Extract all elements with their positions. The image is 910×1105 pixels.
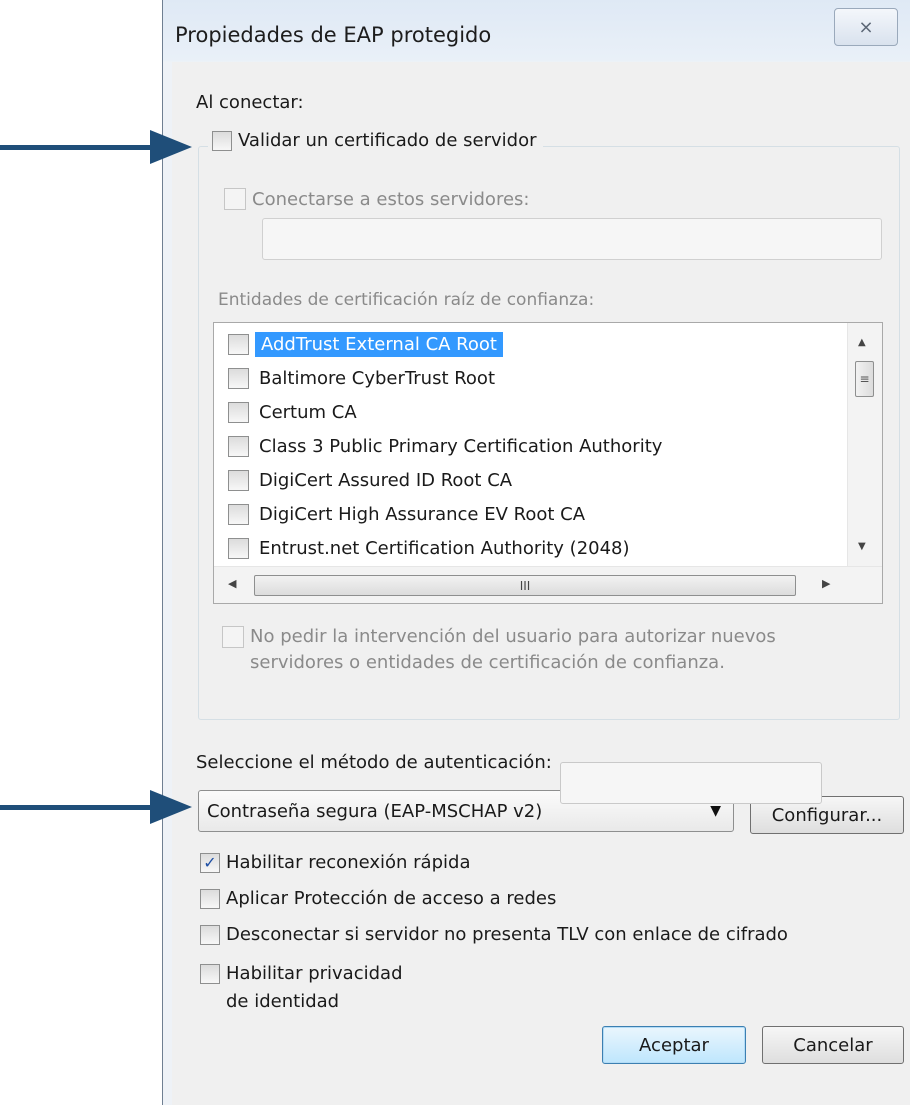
annotation-arrow-1-shaft	[0, 145, 150, 150]
scroll-up-icon[interactable]: ▲	[858, 337, 866, 348]
checkbox-box[interactable]	[228, 469, 249, 491]
no-prompt-line-2: servidores o entidades de certificación …	[250, 652, 725, 673]
list-item-label: DigiCert Assured ID Root CA	[259, 469, 513, 491]
vertical-scroll-thumb[interactable]: ≡	[855, 361, 874, 397]
annotation-arrow-1-icon	[150, 130, 192, 164]
ok-button[interactable]: Aceptar	[602, 1026, 746, 1064]
checkbox-box[interactable]	[200, 964, 220, 984]
checkbox-box[interactable]	[200, 888, 220, 909]
list-item-label: AddTrust External CA Root	[255, 331, 503, 357]
list-item[interactable]: Entrust.net Certification Authority (204…	[228, 533, 630, 563]
validate-server-cert-checkbox[interactable]: Validar un certificado de servidor	[208, 130, 543, 151]
grip-icon: ≡	[859, 372, 870, 386]
no-prompt-line-1: No pedir la intervención del usuario par…	[250, 626, 776, 647]
list-item[interactable]: Baltimore CyberTrust Root	[228, 363, 495, 393]
auth-method-label: Seleccione el método de autenticación:	[196, 752, 552, 773]
nap-label: Aplicar Protección de acceso a redes	[226, 888, 557, 909]
checkbox-box[interactable]	[228, 537, 249, 559]
tlv-label: Desconectar si servidor no presenta TLV …	[226, 924, 788, 945]
trusted-roots-label: Entidades de certificación raíz de confi…	[218, 290, 595, 310]
scroll-right-icon[interactable]: ▶	[822, 577, 830, 590]
on-connect-label: Al conectar:	[196, 92, 304, 113]
servers-input[interactable]	[262, 218, 882, 260]
list-item-label: Baltimore CyberTrust Root	[259, 367, 496, 389]
annotation-arrow-2-shaft	[0, 805, 150, 810]
window-title: Propiedades de EAP protegido	[175, 23, 492, 47]
checkbox-box[interactable]	[200, 924, 220, 945]
list-item[interactable]: DigiCert High Assurance EV Root CA	[228, 499, 585, 529]
connect-to-servers-checkbox[interactable]: Conectarse a estos servidores:	[224, 188, 529, 210]
checkbox-box[interactable]	[228, 367, 249, 389]
checkbox-box[interactable]: ✓	[200, 852, 220, 873]
list-item[interactable]: Certum CA	[228, 397, 357, 427]
checkbox-box[interactable]	[224, 188, 246, 210]
identity-privacy-label: Habilitar privacidad de identidad	[226, 960, 403, 1016]
identity-privacy-input[interactable]	[560, 762, 822, 804]
close-button[interactable]: ⨯	[834, 8, 898, 46]
nap-checkbox[interactable]: Aplicar Protección de acceso a redes	[200, 888, 556, 909]
list-item-label: DigiCert High Assurance EV Root CA	[259, 503, 586, 525]
list-item[interactable]: DigiCert Assured ID Root CA	[228, 465, 512, 495]
list-item-label: Entrust.net Certification Authority (204…	[259, 537, 630, 559]
scroll-down-icon[interactable]: ▼	[858, 541, 866, 552]
checkbox-box[interactable]	[212, 130, 232, 151]
list-item[interactable]: Class 3 Public Primary Certification Aut…	[228, 431, 662, 461]
validate-server-cert-label: Validar un certificado de servidor	[238, 130, 537, 151]
identity-privacy-line-2: de identidad	[226, 991, 340, 1012]
checkbox-box[interactable]	[222, 626, 244, 648]
checkbox-box[interactable]	[228, 435, 249, 457]
identity-privacy-line-1: Habilitar privacidad	[226, 963, 403, 984]
grip-icon: III	[519, 578, 531, 593]
connect-to-servers-label: Conectarse a estos servidores:	[252, 188, 530, 210]
close-icon: ⨯	[858, 16, 874, 38]
trusted-roots-list[interactable]: AddTrust External CA Root Baltimore Cybe…	[213, 322, 883, 604]
cancel-button[interactable]: Cancelar	[762, 1026, 904, 1064]
list-item[interactable]: AddTrust External CA Root	[228, 329, 503, 359]
chevron-down-icon: ▼	[710, 803, 721, 819]
fast-reconnect-checkbox[interactable]: ✓ Habilitar reconexión rápida	[200, 852, 470, 873]
fast-reconnect-label: Habilitar reconexión rápida	[226, 852, 471, 873]
checkbox-box[interactable]	[228, 401, 249, 423]
scroll-left-icon[interactable]: ◀	[228, 577, 236, 590]
no-prompt-label: No pedir la intervención del usuario par…	[250, 624, 776, 676]
list-item-label: Certum CA	[259, 401, 357, 423]
vertical-scrollbar[interactable]: ▲ ≡ ▼	[847, 323, 882, 567]
no-prompt-checkbox[interactable]: No pedir la intervención del usuario par…	[222, 624, 776, 676]
list-item-label: Class 3 Public Primary Certification Aut…	[259, 435, 663, 457]
horizontal-scroll-thumb[interactable]: III	[254, 575, 796, 596]
identity-privacy-checkbox[interactable]: Habilitar privacidad de identidad	[200, 960, 403, 1016]
tlv-checkbox[interactable]: Desconectar si servidor no presenta TLV …	[200, 924, 788, 945]
checkbox-box[interactable]	[228, 503, 249, 525]
auth-method-selected: Contraseña segura (EAP-MSCHAP v2)	[207, 800, 543, 822]
annotation-arrow-2-icon	[150, 790, 192, 824]
horizontal-scrollbar[interactable]: ◀ III ▶	[214, 566, 882, 603]
checkbox-box[interactable]	[228, 333, 249, 355]
